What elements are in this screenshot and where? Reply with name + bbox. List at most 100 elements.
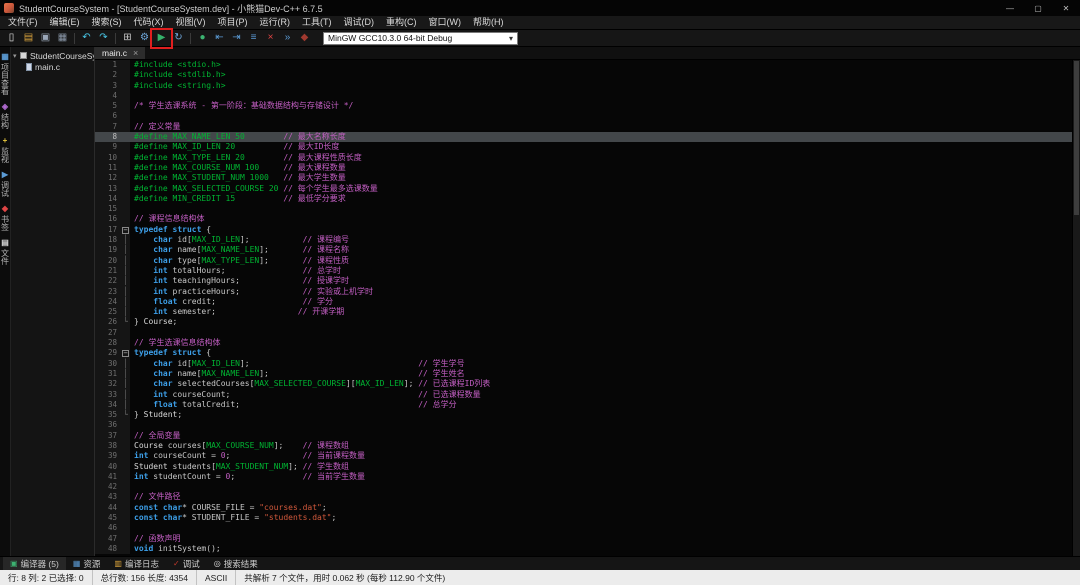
- code-editor[interactable]: 1#include <stdio.h>2#include <stdlib.h>3…: [95, 60, 1080, 556]
- project-root-node[interactable]: ▾ StudentCourseSystem: [11, 50, 94, 61]
- fullscreen-button[interactable]: »: [279, 31, 296, 46]
- minimize-button[interactable]: —: [996, 0, 1024, 16]
- line-number[interactable]: 5: [95, 101, 121, 111]
- undo-button[interactable]: ↶: [78, 31, 95, 46]
- menu-item-11[interactable]: 帮助(H): [467, 16, 510, 29]
- line-number[interactable]: 45: [95, 513, 121, 523]
- sidebar-tab-project-view[interactable]: ▦项目查看: [1, 52, 10, 95]
- line-number[interactable]: 11: [95, 163, 121, 173]
- redo-button[interactable]: ↷: [95, 31, 112, 46]
- line-number[interactable]: 43: [95, 492, 121, 502]
- line-number[interactable]: 7: [95, 122, 121, 132]
- line-number[interactable]: 38: [95, 441, 121, 451]
- sidebar-tab-bookmarks[interactable]: ◆书签: [1, 204, 10, 231]
- menu-item-0[interactable]: 文件(F): [2, 16, 44, 29]
- line-number[interactable]: 34: [95, 400, 121, 410]
- menu-item-1[interactable]: 编辑(E): [44, 16, 86, 29]
- bottom-tab-debug[interactable]: ✓调试: [166, 557, 207, 570]
- line-number[interactable]: 2: [95, 70, 121, 80]
- line-number[interactable]: 29: [95, 348, 121, 358]
- menu-item-8[interactable]: 调试(D): [338, 16, 381, 29]
- line-number[interactable]: 42: [95, 482, 121, 492]
- menu-item-3[interactable]: 代码(X): [128, 16, 170, 29]
- line-number[interactable]: 1: [95, 60, 121, 70]
- line-number[interactable]: 16: [95, 214, 121, 224]
- indent-left-button[interactable]: ⇤: [211, 31, 228, 46]
- sidebar-tab-structure[interactable]: ◈结构: [1, 102, 10, 129]
- line-number[interactable]: 37: [95, 431, 121, 441]
- line-number[interactable]: 21: [95, 266, 121, 276]
- line-number[interactable]: 14: [95, 194, 121, 204]
- line-number[interactable]: 33: [95, 390, 121, 400]
- line-number[interactable]: 48: [95, 544, 121, 554]
- line-number[interactable]: 13: [95, 184, 121, 194]
- sidebar-tab-watch[interactable]: +监视: [1, 136, 10, 163]
- profile-button[interactable]: ◆: [296, 31, 313, 46]
- tab-close-icon[interactable]: ×: [133, 48, 138, 58]
- line-number[interactable]: 19: [95, 245, 121, 255]
- line-number[interactable]: 28: [95, 338, 121, 348]
- line-number[interactable]: 46: [95, 523, 121, 533]
- line-number[interactable]: 17: [95, 225, 121, 235]
- fold-collapse-icon[interactable]: −: [122, 227, 129, 234]
- stop-button[interactable]: ×: [262, 31, 279, 46]
- line-number[interactable]: 23: [95, 287, 121, 297]
- menu-item-6[interactable]: 运行(R): [254, 16, 297, 29]
- line-number[interactable]: 3: [95, 81, 121, 91]
- save-button[interactable]: ▣: [37, 31, 54, 46]
- line-number[interactable]: 12: [95, 173, 121, 183]
- compiler-set-select[interactable]: MinGW GCC10.3.0 64-bit Debug ▾: [323, 32, 518, 45]
- new-project-button[interactable]: ▤: [20, 31, 37, 46]
- line-number[interactable]: 27: [95, 328, 121, 338]
- line-number[interactable]: 39: [95, 451, 121, 461]
- line-number[interactable]: 22: [95, 276, 121, 286]
- bottom-tab-compiler[interactable]: ▣编译器 (5): [3, 557, 66, 570]
- line-number[interactable]: 6: [95, 111, 121, 121]
- line-number[interactable]: 25: [95, 307, 121, 317]
- rebuild-all-button[interactable]: ↻: [170, 31, 187, 46]
- save-all-button[interactable]: ▦: [54, 31, 71, 46]
- line-number[interactable]: 31: [95, 369, 121, 379]
- menu-item-9[interactable]: 重构(C): [380, 16, 423, 29]
- line-number[interactable]: 44: [95, 503, 121, 513]
- line-number[interactable]: 36: [95, 420, 121, 430]
- fold-gutter[interactable]: −: [121, 225, 130, 235]
- project-file-main-c[interactable]: main.c: [11, 61, 94, 72]
- fold-gutter[interactable]: −: [121, 348, 130, 358]
- line-number[interactable]: 30: [95, 359, 121, 369]
- sidebar-tab-files[interactable]: ▤文件: [1, 238, 10, 265]
- new-file-button[interactable]: ▯: [3, 31, 20, 46]
- menu-item-7[interactable]: 工具(T): [296, 16, 338, 29]
- line-number[interactable]: 18: [95, 235, 121, 245]
- line-number[interactable]: 10: [95, 153, 121, 163]
- line-number[interactable]: 41: [95, 472, 121, 482]
- menu-item-4[interactable]: 视图(V): [170, 16, 212, 29]
- menu-item-10[interactable]: 窗口(W): [423, 16, 468, 29]
- line-number[interactable]: 32: [95, 379, 121, 389]
- line-number[interactable]: 20: [95, 256, 121, 266]
- menu-item-2[interactable]: 搜索(S): [86, 16, 128, 29]
- scrollbar-thumb[interactable]: [1074, 61, 1079, 215]
- bottom-tab-compile-log[interactable]: ▥编译日志: [107, 557, 166, 570]
- line-number[interactable]: 9: [95, 142, 121, 152]
- editor-scrollbar[interactable]: [1072, 60, 1080, 556]
- run-button[interactable]: ●: [194, 31, 211, 46]
- line-number[interactable]: 24: [95, 297, 121, 307]
- bottom-tab-resources[interactable]: ▦资源: [66, 557, 108, 570]
- compile-options-button[interactable]: ⊞: [119, 31, 136, 46]
- sidebar-tab-debug[interactable]: ▶调试: [1, 170, 10, 197]
- editor-tab-main-c[interactable]: main.c ×: [95, 47, 145, 59]
- menu-item-5[interactable]: 项目(P): [212, 16, 254, 29]
- line-number[interactable]: 8: [95, 132, 121, 142]
- expander-icon[interactable]: ▾: [13, 52, 20, 60]
- line-number[interactable]: 4: [95, 91, 121, 101]
- compile-button[interactable]: ⚙: [136, 31, 153, 46]
- line-number[interactable]: 40: [95, 462, 121, 472]
- indent-right-button[interactable]: ⇥: [228, 31, 245, 46]
- fold-collapse-icon[interactable]: −: [122, 350, 129, 357]
- format-button[interactable]: ≡: [245, 31, 262, 46]
- line-number[interactable]: 47: [95, 534, 121, 544]
- close-button[interactable]: ✕: [1052, 0, 1080, 16]
- compile-run-button[interactable]: ▶: [153, 31, 170, 46]
- line-number[interactable]: 35: [95, 410, 121, 420]
